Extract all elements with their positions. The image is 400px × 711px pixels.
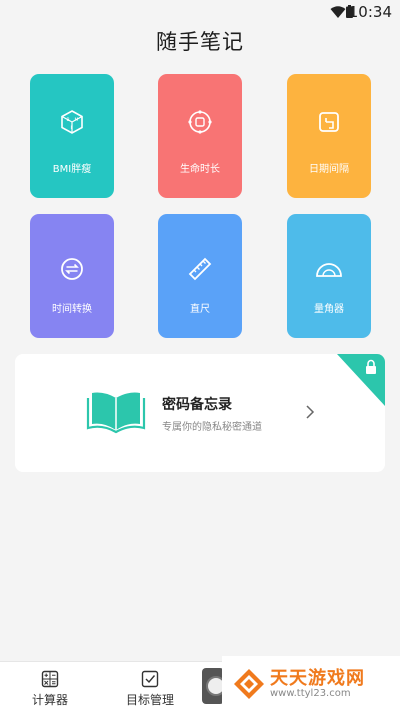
tool-tile-label: BMI胖瘦 xyxy=(52,164,92,175)
nav-item-calculator[interactable]: 计算器 xyxy=(5,662,95,711)
protractor-icon xyxy=(316,263,342,277)
nav-item-goal-management[interactable]: 目标管理 xyxy=(105,662,195,711)
chevron-right-icon xyxy=(306,405,315,419)
tool-tile-life-span[interactable]: 生命时长 xyxy=(158,74,242,198)
page-title: 随手笔记 xyxy=(156,30,244,54)
watermark: 天天游戏网 www.ttyl23.com xyxy=(222,656,400,711)
tool-tile-label: 生命时长 xyxy=(180,164,220,175)
tool-tile-protractor[interactable]: 量角器 xyxy=(287,214,371,338)
status-time: 10:34 xyxy=(348,3,392,21)
tool-tile-date-interval[interactable]: 日期间隔 xyxy=(287,74,371,198)
nav-label: 目标管理 xyxy=(125,693,174,707)
camera-icon xyxy=(202,668,224,704)
tool-tile-label: 直尺 xyxy=(190,304,210,315)
life-clock-icon xyxy=(188,110,212,134)
watermark-logo-icon xyxy=(234,669,264,699)
watermark-name: 天天游戏网 xyxy=(270,668,365,689)
tool-tile-label: 量角器 xyxy=(314,304,344,315)
date-interval-icon xyxy=(319,112,339,132)
nav-label: 计算器 xyxy=(31,693,68,707)
svg-text:B: B xyxy=(67,117,70,123)
svg-text:I: I xyxy=(71,125,72,131)
password-memo-card[interactable]: 密码备忘录 专属你的隐私秘密通道 xyxy=(15,354,385,472)
tool-tile-bmi[interactable]: B M I BMI胖瘦 xyxy=(30,74,114,198)
memo-title: 密码备忘录 xyxy=(162,397,232,413)
tool-tile-label: 时间转换 xyxy=(52,304,92,315)
ruler-icon xyxy=(188,257,212,281)
watermark-url: www.ttyl23.com xyxy=(270,688,351,699)
time-convert-icon xyxy=(61,258,83,280)
tool-tile-label: 日期间隔 xyxy=(309,164,349,175)
tool-tile-ruler[interactable]: 直尺 xyxy=(158,214,242,338)
goal-check-icon xyxy=(141,670,159,688)
open-book-icon xyxy=(86,392,146,434)
lock-badge-icon xyxy=(337,354,385,406)
status-bar: 10:34 xyxy=(0,0,400,24)
tool-tile-time-convert[interactable]: 时间转换 xyxy=(30,214,114,338)
wifi-icon xyxy=(330,6,346,18)
memo-subtitle: 专属你的隐私秘密通道 xyxy=(162,422,262,433)
bmi-cube-icon: B M I xyxy=(61,110,83,134)
svg-text:M: M xyxy=(75,117,79,123)
calculator-icon xyxy=(41,670,59,688)
